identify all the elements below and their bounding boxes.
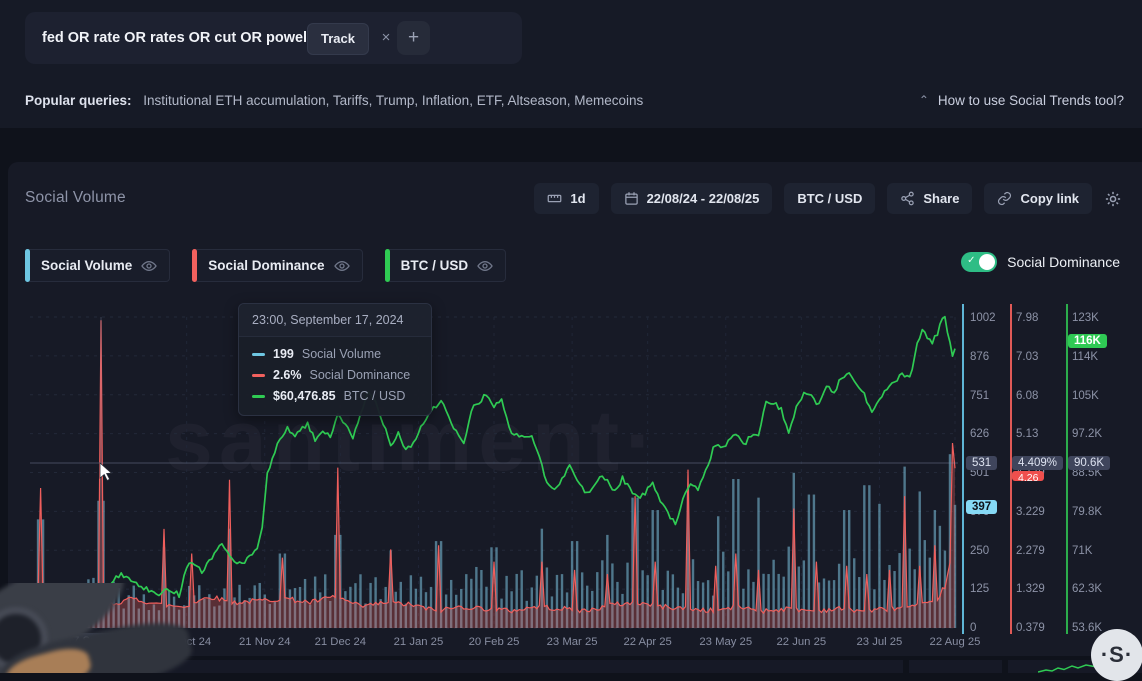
tooltip-row-social-dominance: 2.6% Social Dominance <box>252 368 418 382</box>
axis-tick: 5.13 <box>1016 428 1038 440</box>
x-axis-label: 21 Oct 24 <box>162 636 211 648</box>
axis-tick: 97.2K <box>1072 428 1102 440</box>
x-axis-label: 21 Aug 24 <box>8 636 59 648</box>
x-axis-label: 21 Nov 24 <box>239 636 291 648</box>
axis-tick: 876 <box>970 351 989 363</box>
axis-tick: 751 <box>970 390 989 402</box>
panel-divider <box>903 660 909 673</box>
tooltip-date: 23:00, September 17, 2024 <box>239 304 431 337</box>
track-button[interactable]: Track <box>307 23 369 55</box>
page-title: Social Volume <box>25 189 126 207</box>
axis-tick: 62.3K <box>1072 583 1102 595</box>
check-icon: ✓ <box>967 255 975 266</box>
last-value-social-volume: 397 <box>966 500 997 514</box>
axis-tick: 125 <box>970 583 989 595</box>
legend-btc-usd[interactable]: BTC / USD <box>385 249 507 282</box>
popular-queries-list[interactable]: Institutional ETH accumulation, Tariffs,… <box>143 93 643 108</box>
axis-tick: 626 <box>970 428 989 440</box>
social-dominance-toggle[interactable]: ✓ <box>961 252 997 272</box>
x-axis-label: 22 Jun 25 <box>777 636 827 648</box>
share-icon <box>900 191 915 206</box>
crosshair-value-social-volume: 531 <box>966 456 997 470</box>
top-panel: fed OR rate OR rates OR cut OR powell Tr… <box>0 0 1142 128</box>
axis-tick: 3.229 <box>1016 506 1045 518</box>
legend-color-bar <box>192 249 197 282</box>
trend-search-container[interactable]: fed OR rate OR rates OR cut OR powell Tr… <box>25 12 522 64</box>
axis-line-social-volume <box>962 304 964 634</box>
chart-canvas[interactable] <box>30 304 958 632</box>
calendar-icon <box>624 191 639 206</box>
crosshair-date-badge: 17 Sep 24 <box>60 633 125 650</box>
close-icon[interactable]: × <box>375 27 397 49</box>
settings-button[interactable] <box>1104 190 1122 208</box>
x-axis-label: 23 Mar 25 <box>547 636 598 648</box>
last-value-btc-usd: 116K <box>1068 334 1107 348</box>
add-query-button[interactable]: + <box>397 21 430 55</box>
eye-icon[interactable] <box>141 258 157 274</box>
axis-tick: 105K <box>1072 390 1099 402</box>
date-range-button[interactable]: 22/08/24 - 22/08/25 <box>611 183 773 214</box>
chart-controls: 1d 22/08/24 - 22/08/25 BTC / USD Share C… <box>534 183 1122 214</box>
x-axis-label: 21 Jan 25 <box>394 636 444 648</box>
x-axis-label: 21 Dec 24 <box>315 636 367 648</box>
pair-selector-button[interactable]: BTC / USD <box>784 183 875 214</box>
axis-tick: 123K <box>1072 312 1099 324</box>
axis-line-social-dominance <box>1010 304 1012 634</box>
social-dominance-toggle-row: ✓ Social Dominance <box>961 252 1120 272</box>
crosshair-value-social-dominance: 4.409% <box>1012 456 1063 470</box>
share-button[interactable]: Share <box>887 183 972 214</box>
popular-queries-label: Popular queries: <box>25 93 132 108</box>
series-dash-icon <box>252 353 265 356</box>
help-link-label[interactable]: How to use Social Trends tool? <box>938 93 1124 108</box>
axis-tick: 6.08 <box>1016 390 1038 402</box>
tooltip-row-btc-usd: $60,476.85 BTC / USD <box>252 389 418 403</box>
series-dash-icon <box>252 374 265 377</box>
tooltip-row-social-volume: 199 Social Volume <box>252 347 418 361</box>
series-dash-icon <box>252 395 265 398</box>
search-query[interactable]: fed OR rate OR rates OR cut OR powell <box>42 30 311 46</box>
legend-social-volume[interactable]: Social Volume <box>25 249 170 282</box>
eye-icon[interactable] <box>334 258 350 274</box>
legend-color-bar <box>385 249 390 282</box>
axis-tick: 0 <box>970 622 976 634</box>
axis-tick: 71K <box>1072 545 1092 557</box>
axis-tick: 114K <box>1072 351 1098 363</box>
help-link[interactable]: ⌃ How to use Social Trends tool? <box>919 93 1124 108</box>
axis-tick: 1002 <box>970 312 996 324</box>
axis-tick: 53.6K <box>1072 622 1102 634</box>
axis-line-btc-usd <box>1066 304 1068 634</box>
x-axis-label: 22 Apr 25 <box>623 636 671 648</box>
eye-icon[interactable] <box>477 258 493 274</box>
axis-tick: 7.98 <box>1016 312 1038 324</box>
ruler-icon <box>547 191 562 206</box>
axis-tick: 250 <box>970 545 989 557</box>
axis-tick: 79.8K <box>1072 506 1102 518</box>
chart-tooltip: 23:00, September 17, 2024 199 Social Vol… <box>238 303 432 416</box>
gear-icon <box>1104 190 1122 208</box>
toggle-label: Social Dominance <box>1007 254 1120 270</box>
link-icon <box>997 191 1012 206</box>
next-panel-strip <box>8 660 1142 673</box>
legend-social-dominance[interactable]: Social Dominance <box>192 249 362 282</box>
x-axis-label: 23 May 25 <box>699 636 752 648</box>
axis-tick: 7.03 <box>1016 351 1038 363</box>
interval-button[interactable]: 1d <box>534 183 598 214</box>
last-value-social-dominance: 4.26 <box>1012 471 1044 481</box>
axis-tick: 2.279 <box>1016 545 1045 557</box>
x-axis-label: 22 Aug 25 <box>930 636 981 648</box>
x-axis-label: 23 Jul 25 <box>856 636 902 648</box>
panel-divider <box>1002 660 1008 673</box>
series-legend: Social Volume Social Dominance BTC / USD <box>25 249 506 282</box>
chevron-up-icon: ⌃ <box>919 93 929 107</box>
axis-tick: 1.329 <box>1016 583 1045 595</box>
toggle-knob <box>979 254 995 270</box>
x-axis-label: 20 Feb 25 <box>469 636 520 648</box>
crosshair-value-btc-usd: 90.6K <box>1068 456 1110 470</box>
santiment-logo-button[interactable]: ·S· <box>1091 629 1142 681</box>
axis-tick: 0.379 <box>1016 622 1045 634</box>
legend-color-bar <box>25 249 30 282</box>
copy-link-button[interactable]: Copy link <box>984 183 1092 214</box>
